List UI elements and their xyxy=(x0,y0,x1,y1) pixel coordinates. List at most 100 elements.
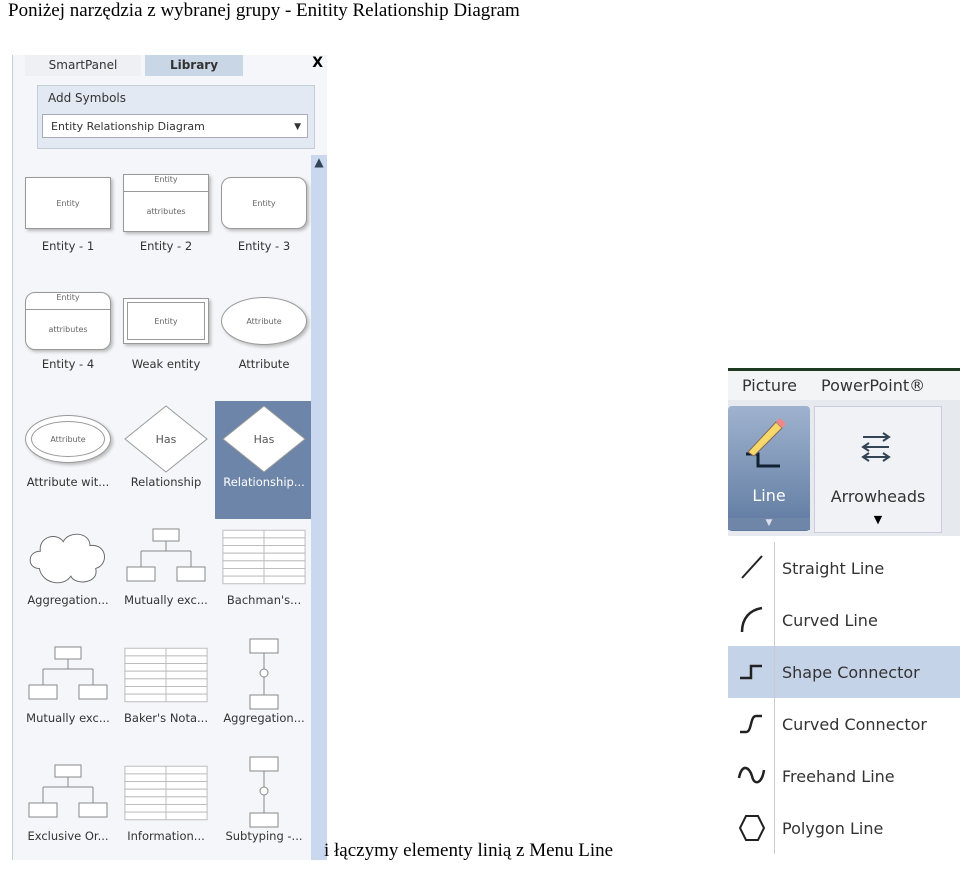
curved-connector-icon xyxy=(740,714,762,734)
menu-item-straight-line[interactable]: Straight Line xyxy=(728,542,960,594)
symbol-thumbnail: Entity attributes xyxy=(25,292,111,350)
symbol-table[interactable]: Baker's Nota... xyxy=(117,637,215,755)
symbol-thumbnail xyxy=(221,756,307,828)
menu-item-freehand-line[interactable]: Freehand Line xyxy=(728,750,960,802)
straight-line-icon xyxy=(741,555,763,579)
symbol-tree[interactable]: Exclusive Or... xyxy=(19,755,117,873)
curved-line-icon xyxy=(740,606,763,633)
line-button[interactable]: Line ▼ xyxy=(728,406,810,531)
symbol-split-round[interactable]: Entity attributes Entity - 4 xyxy=(19,283,117,401)
symbol-thumbnail: Has xyxy=(221,405,307,473)
menu-item-label: Straight Line xyxy=(782,558,885,578)
ribbon-tabs: Picture PowerPoint® xyxy=(728,368,960,400)
scroll-up-icon[interactable]: ▲ xyxy=(311,155,327,169)
arrowheads-button[interactable]: Arrowheads ▼ xyxy=(814,406,942,533)
symbol-label: Aggregation... xyxy=(223,711,305,725)
tab-picture[interactable]: Picture xyxy=(742,376,797,395)
document-caption: i łączymy elementy linią z Menu Line xyxy=(324,840,614,861)
symbol-thumbnail: Has xyxy=(123,405,209,473)
menu-item-curved-line[interactable]: Curved Line xyxy=(728,594,960,646)
library-select-value: Entity Relationship Diagram xyxy=(51,120,205,133)
close-button[interactable]: X xyxy=(312,55,323,71)
symbol-thumbnail xyxy=(123,528,209,585)
scrollbar[interactable]: ▲ xyxy=(311,155,327,860)
symbol-thumbnail: Entity xyxy=(221,175,307,231)
symbol-thumbnail xyxy=(221,638,307,710)
library-select[interactable]: Entity Relationship Diagram ▼ xyxy=(42,114,308,138)
menu-item-label: Shape Connector xyxy=(782,662,920,682)
symbol-vtree[interactable]: Subtyping -... xyxy=(215,755,313,873)
tab-powerpoint[interactable]: PowerPoint® xyxy=(821,376,925,395)
tab-library[interactable]: Library xyxy=(145,55,243,76)
menu-item-label: Curved Line xyxy=(782,610,878,630)
symbol-label: Mutually exc... xyxy=(26,711,110,725)
arrowheads-button-label: Arrowheads xyxy=(830,487,926,506)
symbol-label: Baker's Nota... xyxy=(124,711,208,725)
menu-item-label: Freehand Line xyxy=(782,766,895,786)
symbol-thumbnail xyxy=(123,765,209,821)
symbol-label: Attribute wit... xyxy=(26,475,110,489)
arrowheads-icon xyxy=(861,432,891,462)
svg-text:Has: Has xyxy=(254,433,275,446)
symbol-rect[interactable]: Entity Entity - 1 xyxy=(19,165,117,283)
library-panel: SmartPanel Library X Add Symbols Entity … xyxy=(12,55,327,860)
symbol-thumbnail xyxy=(123,647,209,703)
menu-item-label: Curved Connector xyxy=(782,714,927,734)
menu-item-polygon-line[interactable]: Polygon Line xyxy=(728,802,960,854)
symbol-thumbnail xyxy=(25,646,111,703)
menu-item-curved-connector[interactable]: Curved Connector xyxy=(728,698,960,750)
add-symbols-group: Add Symbols Entity Relationship Diagram ▼ xyxy=(37,85,315,149)
polygon-line-icon xyxy=(738,815,766,841)
symbol-label: Mutually exc... xyxy=(124,593,208,607)
symbol-label: Weak entity xyxy=(131,357,201,371)
symbol-cloud[interactable]: Aggregation... xyxy=(19,519,117,637)
chevron-down-icon: ▼ xyxy=(873,513,883,526)
symbol-label: Information... xyxy=(127,829,205,843)
symbol-label: Entity - 4 xyxy=(41,357,95,371)
symbol-label: Aggregation... xyxy=(27,593,109,607)
symbol-double[interactable]: Entity Weak entity xyxy=(117,283,215,401)
tab-smartpanel[interactable]: SmartPanel xyxy=(25,55,141,76)
symbol-thumbnail: Attribute xyxy=(221,293,307,349)
line-menu-screenshot: Picture PowerPoint® Line ▼ Arrowheads ▼ … xyxy=(728,368,960,860)
symbol-thumbnail: Entity attributes xyxy=(123,174,209,232)
menu-item-shape-connector[interactable]: Shape Connector xyxy=(728,646,960,698)
symbol-tree[interactable]: Mutually exc... xyxy=(19,637,117,755)
symbol-vtree[interactable]: Aggregation... xyxy=(215,637,313,755)
symbol-label: Relationship xyxy=(130,475,202,489)
ribbon: Line ▼ Arrowheads ▼ xyxy=(728,400,960,536)
symbol-round[interactable]: Entity Entity - 3 xyxy=(215,165,313,283)
symbol-thumbnail xyxy=(221,529,307,585)
chevron-down-icon: ▼ xyxy=(294,122,301,132)
pencil-line-icon xyxy=(746,418,786,468)
symbol-label: Bachman's... xyxy=(226,593,302,607)
symbol-label: Subtyping -... xyxy=(225,829,303,843)
symbol-label: Entity - 1 xyxy=(41,239,95,253)
svg-text:Has: Has xyxy=(156,433,177,446)
add-symbols-label: Add Symbols xyxy=(48,91,126,105)
symbol-table[interactable]: Information... xyxy=(117,755,215,873)
symbol-label: Relationship... xyxy=(223,475,305,489)
chevron-down-icon: ▼ xyxy=(728,518,810,530)
symbol-thumbnail: Entity xyxy=(123,293,209,349)
symbol-label: Attribute xyxy=(238,357,290,371)
symbol-split[interactable]: Entity attributes Entity - 2 xyxy=(117,165,215,283)
symbol-thumbnail xyxy=(25,529,111,585)
symbol-thumbnail xyxy=(25,764,111,821)
line-button-label: Line xyxy=(752,486,786,505)
document-heading: Poniżej narzędzia z wybranej grupy - Eni… xyxy=(8,0,520,21)
symbol-diamond[interactable]: Has Relationship... xyxy=(215,401,313,519)
symbol-label: Exclusive Or... xyxy=(27,829,109,843)
symbol-label: Entity - 3 xyxy=(237,239,291,253)
symbol-double-ellipse[interactable]: Attribute Attribute wit... xyxy=(19,401,117,519)
symbol-thumbnail: Entity xyxy=(25,175,111,231)
menu-item-label: Polygon Line xyxy=(782,818,884,838)
symbol-tree[interactable]: Mutually exc... xyxy=(117,519,215,637)
symbol-label: Entity - 2 xyxy=(139,239,193,253)
shape-connector-icon xyxy=(740,664,762,680)
symbol-thumbnail: Attribute xyxy=(25,411,111,467)
symbol-table[interactable]: Bachman's... xyxy=(215,519,313,637)
symbol-ellipse[interactable]: Attribute Attribute xyxy=(215,283,313,401)
freehand-line-icon xyxy=(737,766,766,784)
symbol-diamond[interactable]: Has Relationship xyxy=(117,401,215,519)
